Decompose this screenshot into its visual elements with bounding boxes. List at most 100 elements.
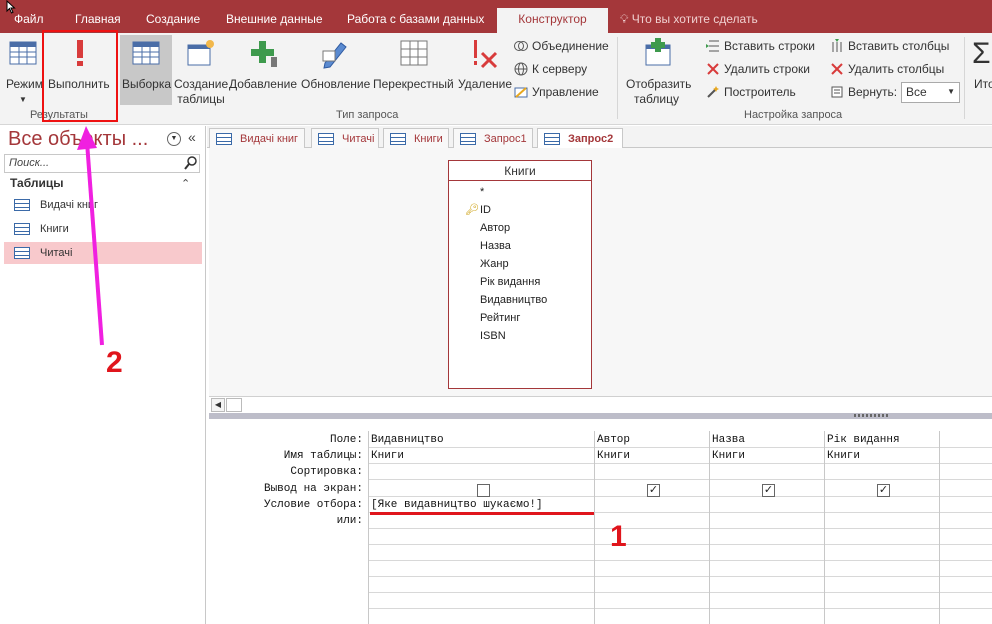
tab-design[interactable]: Конструктор bbox=[497, 8, 608, 33]
doc-tab-label: Видачі книг bbox=[240, 132, 299, 145]
field-vydavnytstvo[interactable]: Видавництво bbox=[480, 294, 547, 306]
insert-columns-label: Вставить столбцы bbox=[848, 39, 950, 53]
field-avtor[interactable]: Автор bbox=[480, 222, 510, 234]
delete-query-button[interactable]: Удаление bbox=[456, 37, 512, 105]
passthrough-button[interactable]: К серверу bbox=[514, 59, 587, 79]
cell-field[interactable]: Назва bbox=[712, 434, 745, 446]
annotation-arrow bbox=[77, 126, 104, 346]
field-reitynh[interactable]: Рейтинг bbox=[480, 312, 520, 324]
cell-field[interactable]: Видавництво bbox=[371, 434, 444, 446]
nav-item-label: Читачі bbox=[40, 247, 73, 259]
select-query-button[interactable]: Выборка bbox=[120, 35, 172, 105]
grid-column-2[interactable] bbox=[594, 431, 595, 624]
separator bbox=[617, 37, 618, 119]
collapse-pane-icon[interactable]: « bbox=[188, 129, 196, 145]
show-checkbox[interactable] bbox=[477, 484, 490, 497]
row-label-or: или: bbox=[336, 515, 363, 527]
field-rik-vydannia[interactable]: Рік видання bbox=[480, 276, 540, 288]
tab-create[interactable]: Создание bbox=[146, 12, 200, 26]
doc-tab-query1[interactable]: Запрос1 bbox=[453, 128, 533, 148]
crosstab-button[interactable]: Перекрестный bbox=[373, 37, 455, 105]
tab-file[interactable]: Файл bbox=[14, 12, 44, 26]
row-label-field: Поле: bbox=[329, 434, 363, 446]
cell-field[interactable]: Автор bbox=[597, 434, 630, 446]
data-definition-icon bbox=[514, 85, 528, 99]
show-table-button[interactable]: Отобразить таблицу bbox=[622, 37, 694, 107]
field-list-title[interactable]: Книги bbox=[449, 161, 591, 181]
append-label: Добавление bbox=[229, 77, 297, 91]
cell-table[interactable]: Книги bbox=[827, 450, 860, 462]
totals-button[interactable]: Σ Ито bbox=[970, 37, 992, 105]
field-list-knyhy[interactable]: Книги * 🔑︎ ID Автор Назва Жанр Рік видан… bbox=[448, 160, 592, 389]
lightbulb-icon: 💡︎ bbox=[620, 12, 632, 26]
horizontal-scrollbar[interactable]: ◀ bbox=[209, 396, 992, 413]
doc-tab-label: Запрос1 bbox=[484, 132, 527, 145]
search-icon[interactable] bbox=[184, 156, 198, 173]
cell-field[interactable]: Рік видання bbox=[827, 434, 900, 446]
delete-columns-button[interactable]: Удалить столбцы bbox=[830, 59, 944, 79]
tables-section-header[interactable]: Таблицы bbox=[10, 176, 63, 190]
insert-rows-label: Вставить строки bbox=[724, 39, 815, 53]
builder-button[interactable]: Построитель bbox=[706, 82, 796, 102]
delete-rows-label: Удалить строки bbox=[724, 62, 810, 76]
row-label-sort: Сортировка: bbox=[290, 466, 363, 478]
nav-menu-chevron-icon[interactable]: ▼ bbox=[167, 132, 181, 146]
cell-criteria[interactable]: [Яке видавництво шукаємо!] bbox=[371, 499, 543, 511]
field-nazva[interactable]: Назва bbox=[480, 240, 511, 252]
field-isbn[interactable]: ISBN bbox=[480, 330, 506, 342]
doc-tab-label: Запрос2 bbox=[568, 133, 614, 145]
show-checkbox[interactable]: ✓ bbox=[877, 484, 890, 497]
grid-column-1[interactable] bbox=[368, 431, 369, 624]
append-plus-icon bbox=[251, 41, 277, 67]
query-design-upper-pane: Книги * 🔑︎ ID Автор Назва Жанр Рік видан… bbox=[209, 148, 992, 396]
chevron-down-icon: ▼ bbox=[19, 95, 27, 104]
table-icon bbox=[14, 247, 30, 259]
doc-tab-chytachi[interactable]: Читачі bbox=[311, 128, 379, 148]
field-id[interactable]: ID bbox=[480, 204, 491, 216]
grid-column-5[interactable] bbox=[939, 431, 940, 624]
ribbon: Режим ▼ Выполнить Результаты Выборка Соз… bbox=[0, 33, 992, 125]
select-query-icon bbox=[132, 41, 160, 65]
cell-table[interactable]: Книги bbox=[597, 450, 630, 462]
doc-tab-knyhy[interactable]: Книги bbox=[383, 128, 449, 148]
collapse-section-icon[interactable]: ⌃ bbox=[181, 177, 190, 190]
doc-tab-vydachi-knyh[interactable]: Видачі книг bbox=[209, 128, 305, 148]
return-select[interactable]: Все ▼ bbox=[901, 82, 960, 103]
crosstab-label: Перекрестный bbox=[373, 77, 454, 91]
make-table-button[interactable]: Создание таблицы bbox=[174, 37, 228, 107]
cell-table[interactable]: Книги bbox=[371, 450, 404, 462]
grid-column-3[interactable] bbox=[709, 431, 710, 624]
delete-rows-button[interactable]: Удалить строки bbox=[706, 59, 810, 79]
cell-table[interactable]: Книги bbox=[712, 450, 745, 462]
view-button[interactable]: Режим ▼ bbox=[3, 37, 43, 105]
show-checkbox[interactable]: ✓ bbox=[647, 484, 660, 497]
doc-tab-query2[interactable]: Запрос2 bbox=[537, 128, 623, 149]
annotation-number-1: 1 bbox=[610, 520, 627, 553]
delete-rows-icon bbox=[706, 62, 720, 76]
insert-rows-icon bbox=[706, 39, 720, 53]
update-button[interactable]: Обновление bbox=[301, 37, 371, 105]
field-all[interactable]: * bbox=[480, 186, 484, 198]
document-tabs: Видачі книг Читачі Книги Запрос1 Запрос2 bbox=[207, 126, 992, 149]
crosstab-icon bbox=[400, 40, 428, 66]
show-table-label-1: Отобразить bbox=[626, 77, 692, 91]
grid-column-4[interactable] bbox=[824, 431, 825, 624]
append-button[interactable]: Добавление bbox=[229, 37, 299, 105]
union-query-button[interactable]: Объединение bbox=[514, 36, 609, 56]
splitter-grip bbox=[854, 414, 890, 417]
insert-columns-button[interactable]: Вставить столбцы bbox=[830, 36, 949, 56]
scroll-left-icon[interactable]: ◀ bbox=[211, 398, 225, 412]
tab-external-data[interactable]: Внешние данные bbox=[226, 12, 323, 26]
scroll-thumb[interactable] bbox=[226, 398, 242, 412]
data-definition-button[interactable]: Управление bbox=[514, 82, 599, 102]
tab-home[interactable]: Главная bbox=[75, 12, 121, 26]
doc-tab-label: Книги bbox=[414, 132, 443, 145]
tell-me-box[interactable]: 💡︎ Что вы хотите сделать bbox=[620, 12, 758, 27]
tab-database-tools[interactable]: Работа с базами данных bbox=[347, 12, 484, 26]
field-zhanr[interactable]: Жанр bbox=[480, 258, 509, 270]
union-label: Объединение bbox=[532, 39, 609, 53]
show-checkbox[interactable]: ✓ bbox=[762, 484, 775, 497]
update-pencil-icon bbox=[322, 42, 347, 69]
insert-rows-button[interactable]: Вставить строки bbox=[706, 36, 815, 56]
tell-me-text: Что вы хотите сделать bbox=[631, 12, 758, 26]
